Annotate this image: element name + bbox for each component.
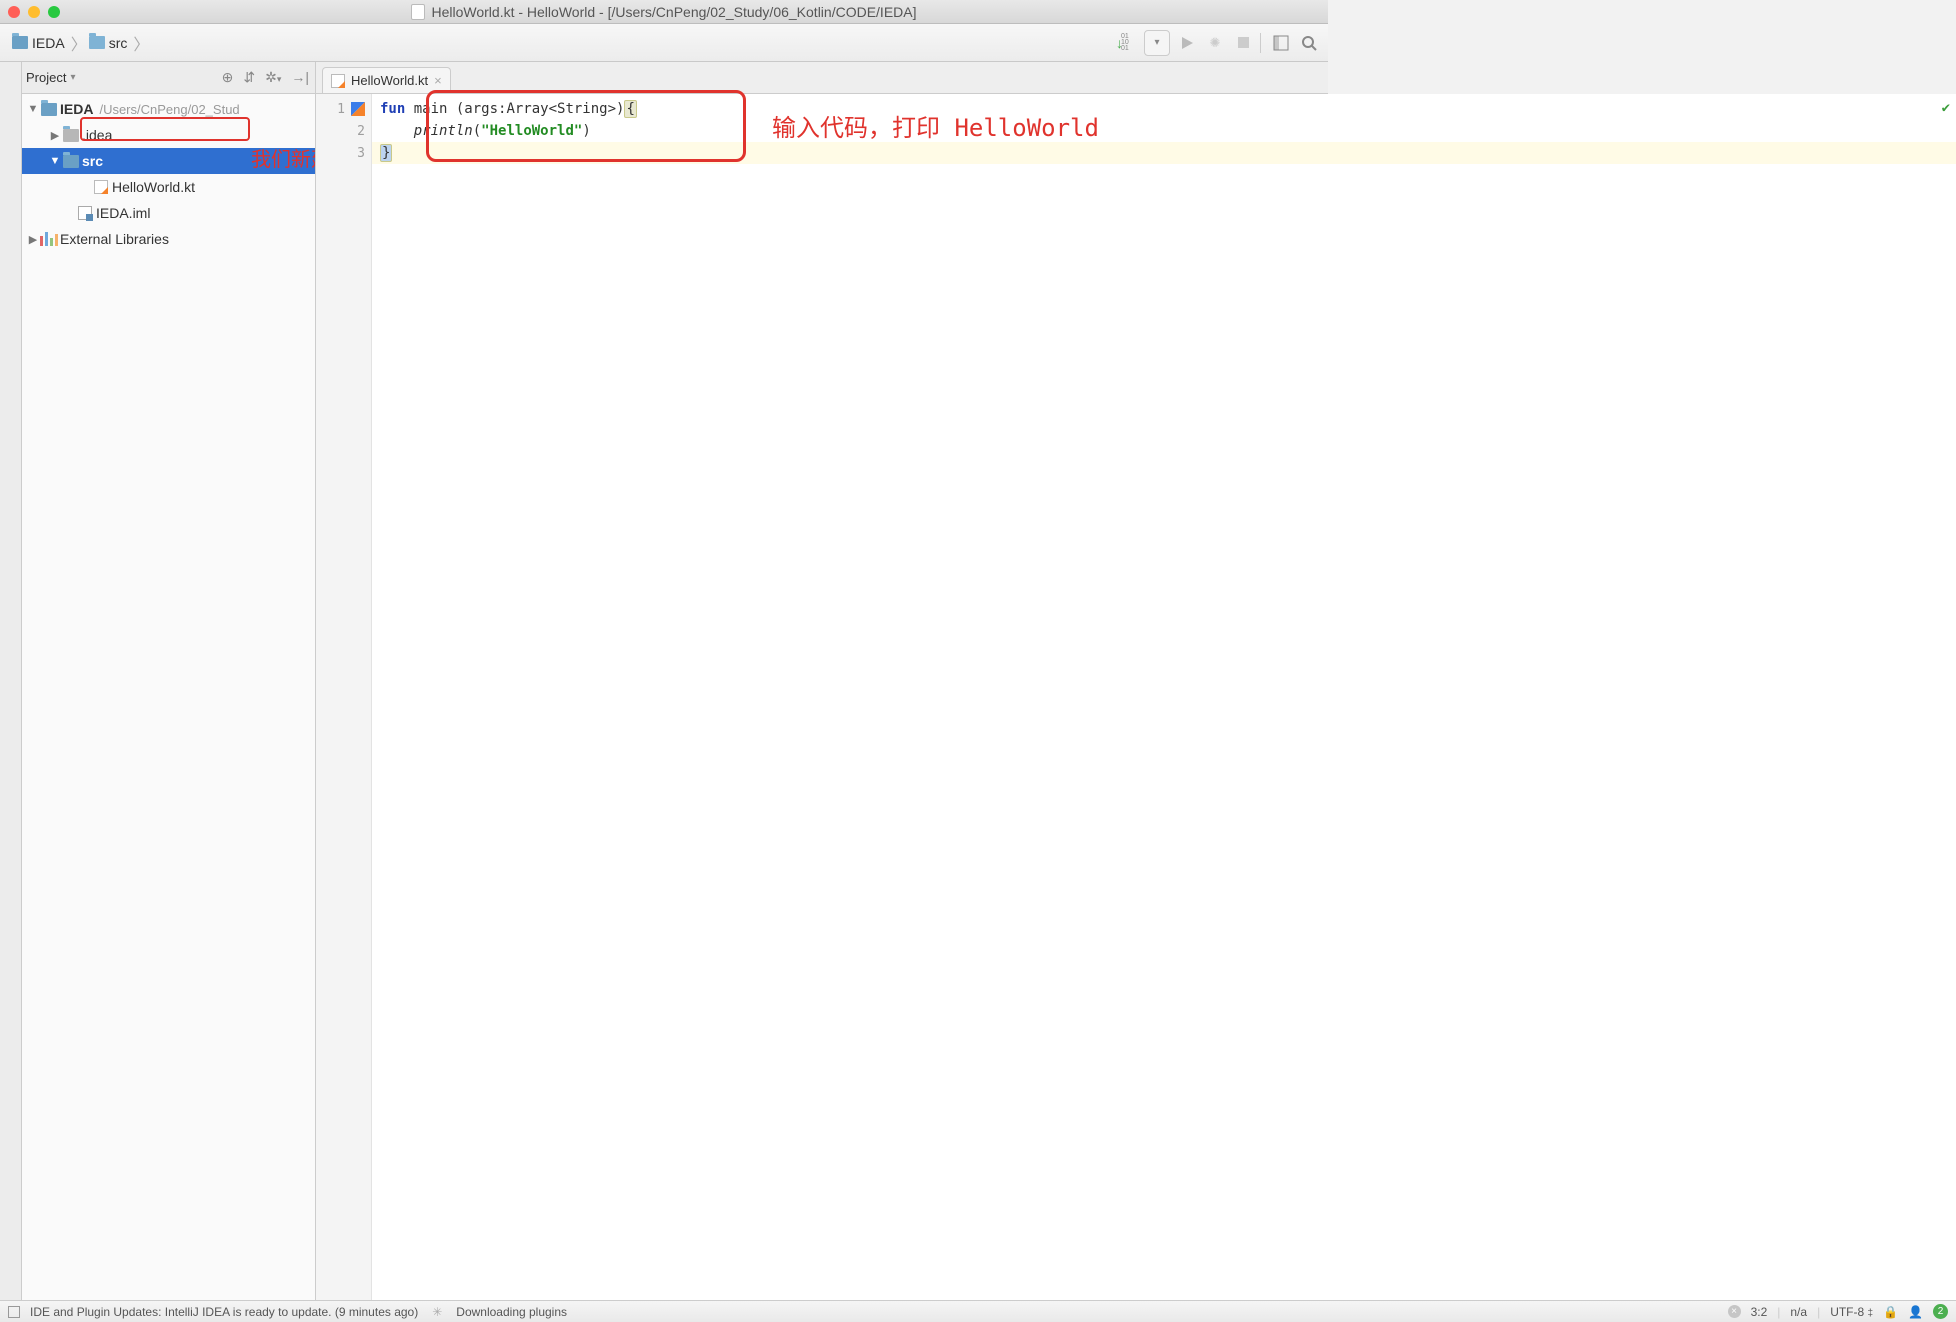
gutter-line[interactable]: 2 xyxy=(316,120,371,142)
breadcrumb-label: src xyxy=(109,35,128,51)
binary-icon: 01 10 01 xyxy=(1121,34,1138,52)
breadcrumb-project[interactable]: IEDA xyxy=(8,35,73,51)
stop-icon xyxy=(1238,37,1249,48)
code-line[interactable]: fun main (args:Array<String>){ xyxy=(372,98,1956,120)
settings-gear-button[interactable]: ✲▾ xyxy=(265,69,281,86)
tree-label: .idea xyxy=(80,127,112,143)
project-folder-icon xyxy=(41,103,57,116)
gutter-line[interactable]: 3 xyxy=(316,142,371,164)
stop-button[interactable] xyxy=(1232,30,1254,56)
expand-arrow-icon[interactable]: ▼ xyxy=(48,155,62,167)
chevron-down-icon: ▾ xyxy=(277,74,282,84)
caret-position[interactable]: 3:2 xyxy=(1751,1305,1768,1319)
tab-label: HelloWorld.kt xyxy=(351,73,428,88)
status-progress[interactable]: Downloading plugins xyxy=(456,1305,567,1319)
bug-icon: ✺ xyxy=(1210,35,1221,51)
folder-icon xyxy=(63,129,79,142)
close-tab-button[interactable]: × xyxy=(434,73,442,88)
debug-button[interactable]: ✺ xyxy=(1204,30,1226,56)
window-title-text: HelloWorld.kt - HelloWorld - [/Users/CnP… xyxy=(431,4,916,20)
project-tool-header: Project ▾ ⊕ ⇵ ✲▾ →| xyxy=(0,62,316,93)
breadcrumb-src[interactable]: src xyxy=(85,35,136,51)
tab-helloworld[interactable]: HelloWorld.kt × xyxy=(322,67,451,93)
event-log-badge[interactable]: 2 xyxy=(1933,1304,1948,1319)
kotlin-file-icon xyxy=(331,74,345,88)
inspection-ok-icon[interactable]: ✔ xyxy=(1942,100,1950,116)
breadcrumb-label: IEDA xyxy=(32,35,65,51)
tree-path: /Users/CnPeng/02_Stud xyxy=(99,102,239,117)
navigation-bar: IEDA 〉 src 〉 ↓ 01 10 01 ▾ ✺ xyxy=(0,24,1328,62)
update-button[interactable]: ↓ 01 10 01 xyxy=(1116,30,1138,56)
code-line[interactable]: } xyxy=(372,142,1956,164)
play-icon xyxy=(1180,36,1194,50)
breadcrumb: IEDA 〉 src 〉 xyxy=(8,31,147,55)
tree-root[interactable]: ▼ IEDA /Users/CnPeng/02_Stud xyxy=(22,96,315,122)
status-message[interactable]: IDE and Plugin Updates: IntelliJ IDEA is… xyxy=(30,1305,418,1319)
layout-icon xyxy=(1273,35,1289,51)
left-tool-strip[interactable] xyxy=(0,62,22,1300)
tool-windows-toggle[interactable] xyxy=(8,1306,20,1318)
separator xyxy=(1260,33,1264,53)
window-titlebar: HelloWorld.kt - HelloWorld - [/Users/CnP… xyxy=(0,0,1328,24)
gear-icon: ✲ xyxy=(265,69,277,85)
line-number: 2 xyxy=(357,124,365,139)
project-label: Project xyxy=(26,70,66,85)
search-icon xyxy=(1301,35,1317,51)
inspection-profile-icon[interactable]: 👤 xyxy=(1908,1305,1923,1319)
run-gutter-icon[interactable] xyxy=(351,102,365,116)
project-folder-icon xyxy=(12,36,28,49)
code-editor[interactable]: 1 2 3 fun main (args:Array<String>){ pri… xyxy=(316,94,1956,1300)
layout-settings-button[interactable] xyxy=(1270,30,1292,56)
annotation-text-file: 我们新建的文件名 xyxy=(251,143,316,172)
search-everywhere-button[interactable] xyxy=(1298,30,1320,56)
main-area: ▼ IEDA /Users/CnPeng/02_Stud ▶ .idea ▼ s… xyxy=(22,94,1956,1300)
project-tree: ▼ IEDA /Users/CnPeng/02_Stud ▶ .idea ▼ s… xyxy=(22,94,316,1300)
line-separator[interactable]: n/a xyxy=(1790,1305,1807,1319)
gutter-line[interactable]: 1 xyxy=(316,98,371,120)
kotlin-file-icon xyxy=(94,180,108,194)
line-number: 1 xyxy=(337,102,345,117)
tree-label: IEDA xyxy=(58,101,93,117)
expand-arrow-icon[interactable]: ▶ xyxy=(26,233,40,246)
tree-label: HelloWorld.kt xyxy=(110,179,195,195)
expand-arrow-icon[interactable]: ▶ xyxy=(48,129,62,142)
status-bar: IDE and Plugin Updates: IntelliJ IDEA is… xyxy=(0,1300,1956,1322)
module-file-icon xyxy=(78,206,92,220)
collapse-all-button[interactable]: ⇵ xyxy=(243,69,255,86)
chevron-down-icon: ▾ xyxy=(1154,37,1159,48)
expand-arrow-icon[interactable]: ▼ xyxy=(26,103,40,115)
run-config-dropdown[interactable]: ▾ xyxy=(1144,30,1170,56)
readonly-toggle[interactable]: 🔒 xyxy=(1883,1305,1898,1319)
annotation-text-code: 输入代码，打印 HelloWorld xyxy=(772,108,1099,143)
spinner-icon: ✳ xyxy=(432,1305,442,1319)
project-tool-buttons: ⊕ ⇵ ✲▾ →| xyxy=(222,69,315,86)
chevron-icon: ‡ xyxy=(1868,1308,1874,1319)
tree-label: src xyxy=(80,153,103,169)
editor-tabs: HelloWorld.kt × xyxy=(316,62,451,93)
file-encoding[interactable]: UTF-8 ‡ xyxy=(1830,1305,1873,1319)
line-number: 3 xyxy=(357,146,365,161)
document-icon xyxy=(411,4,425,20)
window-title: HelloWorld.kt - HelloWorld - [/Users/CnP… xyxy=(0,4,1328,20)
editor-gutter: 1 2 3 xyxy=(316,94,372,1300)
scroll-target-button[interactable]: ⊕ xyxy=(222,69,234,86)
toolbar-right: ↓ 01 10 01 ▾ ✺ xyxy=(1116,30,1320,56)
tree-external-libraries[interactable]: ▶ External Libraries xyxy=(22,226,315,252)
tree-label: IEDA.iml xyxy=(94,205,150,221)
hide-tool-button[interactable]: →| xyxy=(291,69,309,86)
tool-header: Project ▾ ⊕ ⇵ ✲▾ →| HelloWorld.kt × xyxy=(0,62,1328,94)
code-area[interactable]: fun main (args:Array<String>){ println("… xyxy=(372,94,1956,1300)
tree-label: External Libraries xyxy=(58,231,169,247)
chevron-down-icon: ▾ xyxy=(70,72,75,83)
chevron-right-icon: 〉 xyxy=(133,31,149,55)
tree-file-helloworld[interactable]: HelloWorld.kt xyxy=(22,174,315,200)
libraries-icon xyxy=(40,232,58,246)
folder-icon xyxy=(89,36,105,49)
notifications-icon[interactable]: × xyxy=(1728,1305,1741,1318)
source-folder-icon xyxy=(63,155,79,168)
tree-file-iml[interactable]: IEDA.iml xyxy=(22,200,315,226)
run-button[interactable] xyxy=(1176,30,1198,56)
code-line[interactable]: println("HelloWorld") xyxy=(372,120,1956,142)
